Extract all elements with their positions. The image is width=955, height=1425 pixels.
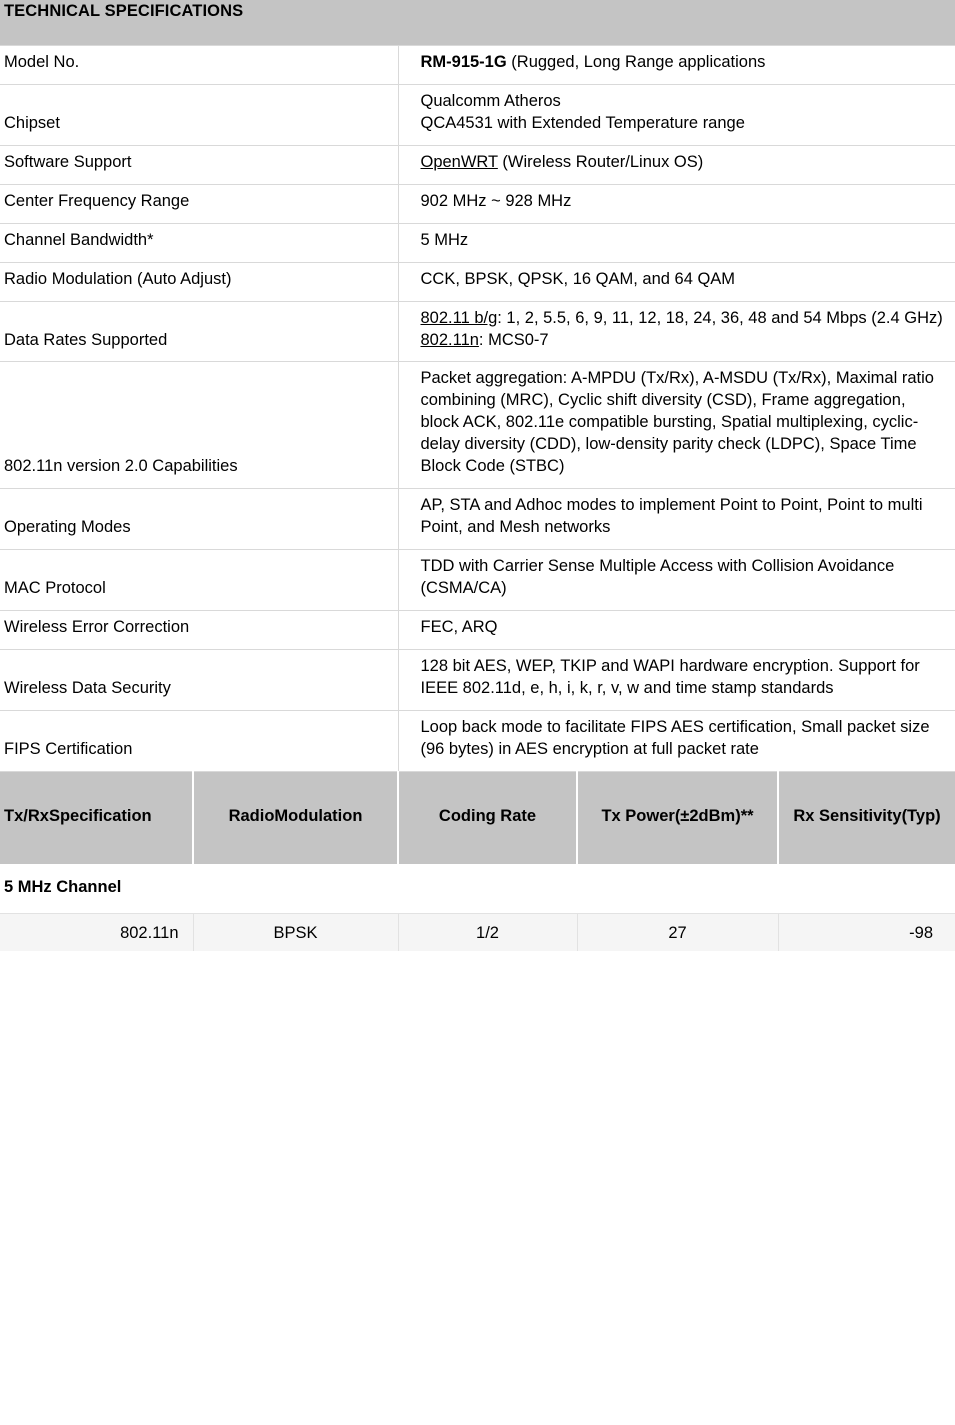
- spec-value-line: FEC, ARQ: [420, 617, 498, 636]
- spec-row: Model No. RM-915-1G (Rugged, Long Range a…: [0, 45, 955, 85]
- spec-value-line: Loop back mode to facilitate FIPS AES ce…: [420, 717, 930, 758]
- spec-row: Center Frequency Range 902 MHz ~ 928 MHz: [0, 183, 955, 224]
- header-line-1: Coding Rate: [438, 806, 537, 825]
- model-number: RM-915-1G: [420, 53, 507, 71]
- spec-value: 5 MHz: [398, 222, 955, 263]
- spec-value: 128 bit AES, WEP, TKIP and WAPI hardware…: [398, 648, 955, 711]
- perf-table-header-cell: Rx Sensitivity(Typ): [778, 771, 955, 864]
- spec-value-line: 902 MHz ~ 928 MHz: [420, 191, 572, 210]
- section-title: TECHNICAL SPECIFICATIONS: [0, 0, 955, 46]
- spec-label: FIPS Certification: [0, 709, 399, 772]
- header-line-1: Tx Power: [601, 806, 675, 825]
- spec-value-line: 5 MHz: [420, 230, 469, 249]
- spec-value: Packet aggregation: A-MPDU (Tx/Rx), A-MS…: [398, 361, 955, 490]
- spec-row: Channel Bandwidth* 5 MHz: [0, 222, 955, 263]
- spec-label: Center Frequency Range: [0, 183, 399, 224]
- spec-row: MAC Protocol TDD with Carrier Sense Multi…: [0, 549, 955, 611]
- header-line-2: Specification: [48, 806, 152, 825]
- spec-label: MAC Protocol: [0, 549, 399, 611]
- spec-label: Wireless Data Security: [0, 648, 399, 711]
- perf-table-header-row: Tx/RxSpecification RadioModulation Coding …: [0, 771, 955, 864]
- spec-value-line: Qualcomm Atheros: [420, 91, 561, 110]
- spec-value-text: (Wireless Router/Linux OS): [497, 152, 704, 171]
- header-line-1: Tx/Rx: [4, 806, 49, 825]
- technical-specifications-table: TECHNICAL SPECIFICATIONS Model No. RM-915-…: [0, 0, 955, 951]
- spec-row: 802.11n version 2.0 Capabilities Packet a…: [0, 361, 955, 490]
- table-row: 802.11n BPSK 1/2 27 -98: [0, 912, 955, 951]
- perf-table-header-cell: RadioModulation: [193, 771, 399, 864]
- spec-label: Channel Bandwidth*: [0, 222, 399, 263]
- perf-table-header-cell: Coding Rate: [398, 771, 578, 864]
- spec-value-underlined: 802.11n: [420, 330, 479, 349]
- spec-value-text: (Rugged, Long Range applications: [506, 53, 766, 71]
- spec-row: Wireless Data Security 128 bit AES, WEP, …: [0, 648, 955, 711]
- spec-value: Loop back mode to facilitate FIPS AES ce…: [398, 709, 955, 772]
- spec-label: Model No.: [0, 45, 399, 85]
- spec-row: Radio Modulation (Auto Adjust) CCK, BPSK,…: [0, 261, 955, 302]
- spec-value-underlined: 802.11 b/g: [420, 308, 498, 327]
- spec-label: Software Support: [0, 144, 399, 185]
- spec-value: FEC, ARQ: [398, 609, 955, 650]
- perf-cell-rx-sensitivity: -98: [778, 912, 955, 951]
- spec-value-line: 128 bit AES, WEP, TKIP and WAPI hardware…: [420, 656, 920, 697]
- spec-row: Wireless Error Correction FEC, ARQ: [0, 609, 955, 650]
- perf-cell-spec: 802.11n: [0, 912, 194, 951]
- perf-table-header-cell: Tx Power(±2dBm)**: [577, 771, 779, 864]
- spec-value: 902 MHz ~ 928 MHz: [398, 183, 955, 224]
- perf-cell-modulation: BPSK: [193, 912, 399, 951]
- spec-row: Data Rates Supported 802.11 b/g: 1, 2, 5.…: [0, 300, 955, 363]
- spec-value: Qualcomm Atheros QCA4531 with Extended Te…: [398, 83, 955, 146]
- spec-value: AP, STA and Adhoc modes to implement Poi…: [398, 488, 955, 550]
- spec-value: OpenWRT (Wireless Router/Linux OS): [398, 144, 955, 185]
- spec-row: FIPS Certification Loop back mode to faci…: [0, 709, 955, 772]
- spec-value: 802.11 b/g: 1, 2, 5.5, 6, 9, 11, 12, 18,…: [398, 300, 955, 363]
- header-line-1: Rx Sensitivity: [793, 806, 902, 825]
- spec-label: Wireless Error Correction: [0, 609, 399, 650]
- spec-value-line: CCK, BPSK, QPSK, 16 QAM, and 64 QAM: [420, 269, 736, 288]
- spec-row: Operating Modes AP, STA and Adhoc modes t…: [0, 488, 955, 550]
- band-label: 5 MHz Channel: [0, 863, 955, 914]
- spec-value: TDD with Carrier Sense Multiple Access w…: [398, 549, 955, 611]
- spec-label: Operating Modes: [0, 488, 399, 550]
- spec-label: Radio Modulation (Auto Adjust): [0, 261, 399, 302]
- spec-value-line: AP, STA and Adhoc modes to implement Poi…: [420, 496, 923, 537]
- spec-value-line: QCA4531 with Extended Temperature range: [420, 113, 745, 132]
- header-line-2: (±2dBm)**: [674, 806, 754, 825]
- perf-table-header-cell: Tx/RxSpecification: [0, 771, 194, 864]
- section-title-row: TECHNICAL SPECIFICATIONS: [0, 0, 955, 46]
- header-line-1: Radio: [228, 806, 275, 825]
- spec-label: Data Rates Supported: [0, 300, 399, 363]
- spec-value: RM-915-1G (Rugged, Long Range applicatio…: [398, 45, 955, 85]
- spec-value-line: 802.11n: MCS0-7: [420, 330, 549, 349]
- perf-cell-coding-rate: 1/2: [398, 912, 578, 951]
- perf-cell-tx-power: 27: [577, 912, 779, 951]
- spec-label: Chipset: [0, 83, 399, 146]
- band-label-row: 5 MHz Channel: [0, 863, 955, 914]
- spec-value-underlined: OpenWRT: [420, 152, 498, 171]
- spec-value-line: 802.11 b/g: 1, 2, 5.5, 6, 9, 11, 12, 18,…: [420, 308, 943, 327]
- spec-row: Software Support OpenWRT (Wireless Router…: [0, 144, 955, 185]
- spec-label: 802.11n version 2.0 Capabilities: [0, 361, 399, 490]
- spec-value-line: Packet aggregation: A-MPDU (Tx/Rx), A-MS…: [420, 369, 934, 476]
- spec-value: CCK, BPSK, QPSK, 16 QAM, and 64 QAM: [398, 261, 955, 302]
- header-line-2: (Typ): [901, 806, 941, 825]
- spec-value-line: TDD with Carrier Sense Multiple Access w…: [420, 557, 895, 597]
- header-line-2: Modulation: [274, 806, 363, 825]
- spec-row: Chipset Qualcomm Atheros QCA4531 with Exte…: [0, 83, 955, 146]
